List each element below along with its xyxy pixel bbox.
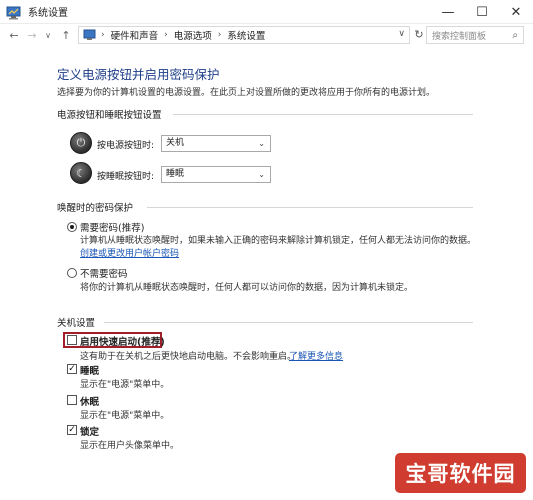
page-title: 定义电源按钮并启用密码保护: [57, 67, 220, 82]
search-input[interactable]: 搜索控制面板 ⌕: [426, 26, 524, 44]
back-arrow-icon[interactable]: ←: [6, 27, 22, 43]
page-subtitle: 选择要为你的计算机设置的电源设置。在此页上对设置所做的更改将应用于你所有的电源计…: [57, 88, 436, 98]
power-button-action-value: 关机: [166, 138, 185, 148]
no-password-description: 将你的计算机从睡眠状态唤醒时，任何人都可以访问你的数据，因为计算机未锁定。: [80, 283, 414, 293]
fast-startup-description: 这有助于在关机之后更快地启动电脑。不会影响重启。: [80, 352, 297, 362]
forward-arrow-icon[interactable]: →: [24, 27, 40, 43]
lock-option-label[interactable]: 锁定: [80, 424, 99, 438]
require-password-description: 计算机从睡眠状态唤醒时，如果未输入正确的密码来解除计算机锁定，任何人都无法访问你…: [80, 236, 477, 246]
recent-locations-dropdown-icon[interactable]: ∨: [40, 27, 56, 43]
power-button-action-select[interactable]: 关机 ⌄: [161, 135, 271, 152]
sleep-button-action-value: 睡眠: [166, 169, 185, 179]
require-password-label[interactable]: 需要密码(推荐): [80, 220, 144, 234]
lock-checkbox[interactable]: ✓: [67, 425, 77, 435]
fast-startup-label[interactable]: 启用快速启动(推荐): [80, 334, 165, 348]
section-divider: [173, 114, 473, 115]
address-bar: ← → ∨ ↑ › 硬件和声音 › 电源选项 › 系统设置 ∨ ↻ 搜索控制面板…: [0, 24, 533, 46]
minimize-button[interactable]: —: [431, 0, 465, 24]
section-divider: [147, 207, 473, 208]
breadcrumb[interactable]: › 硬件和声音 › 电源选项 › 系统设置 ∨: [78, 26, 410, 44]
section-divider: [104, 322, 473, 323]
section-label-power-buttons: 电源按钮和睡眠按钮设置: [57, 110, 162, 121]
change-account-password-link[interactable]: 创建或更改用户帐户密码: [80, 246, 179, 259]
path-dropdown-icon[interactable]: ∨: [398, 29, 405, 39]
maximize-button[interactable]: ☐: [465, 0, 499, 24]
sleep-option-description: 显示在"电源"菜单中。: [80, 380, 170, 390]
close-button[interactable]: ✕: [499, 0, 533, 24]
sleep-button-action-select[interactable]: 睡眠 ⌄: [161, 166, 271, 183]
search-icon[interactable]: ⌕: [512, 30, 518, 41]
window-title: 系统设置: [28, 8, 68, 19]
sleep-option-label[interactable]: 睡眠: [80, 363, 99, 377]
sleep-button-label: 按睡眠按钮时:: [97, 172, 155, 182]
hibernate-option-description: 显示在"电源"菜单中。: [80, 411, 170, 421]
breadcrumb-item-hardware[interactable]: 硬件和声音: [111, 28, 159, 42]
chevron-down-icon: ⌄: [258, 139, 265, 148]
search-placeholder: 搜索控制面板: [432, 31, 487, 42]
control-panel-icon: [83, 29, 97, 41]
hibernate-option-label[interactable]: 休眠: [80, 394, 99, 408]
sleep-icon: ☾: [70, 162, 92, 184]
control-panel-icon: [6, 5, 22, 19]
breadcrumb-item-system-settings[interactable]: 系统设置: [227, 28, 265, 42]
refresh-icon[interactable]: ↻: [412, 28, 426, 42]
breadcrumb-item-power-options[interactable]: 电源选项: [174, 28, 212, 42]
section-label-wake-password: 唤醒时的密码保护: [57, 203, 134, 214]
breadcrumb-separator: ›: [164, 30, 168, 40]
hibernate-checkbox[interactable]: [67, 395, 77, 405]
require-password-radio[interactable]: [67, 222, 77, 232]
power-button-label: 按电源按钮时:: [97, 141, 155, 151]
up-arrow-icon[interactable]: ↑: [58, 27, 74, 43]
watermark-logo: 宝哥软件园: [395, 453, 526, 493]
no-password-radio[interactable]: [67, 268, 77, 278]
breadcrumb-separator: ›: [217, 30, 222, 40]
breadcrumb-separator: ›: [101, 30, 105, 40]
chevron-down-icon: ⌄: [258, 170, 265, 179]
no-password-label[interactable]: 不需要密码: [80, 266, 128, 280]
sleep-checkbox[interactable]: ✓: [67, 364, 77, 374]
title-bar: 系统设置 — ☐ ✕: [0, 0, 533, 24]
fast-startup-checkbox[interactable]: [67, 335, 77, 345]
lock-option-description: 显示在用户头像菜单中。: [80, 441, 180, 451]
power-icon: ⏻: [70, 132, 92, 154]
learn-more-link[interactable]: 了解更多信息: [289, 349, 343, 362]
section-label-shutdown: 关机设置: [57, 318, 96, 329]
